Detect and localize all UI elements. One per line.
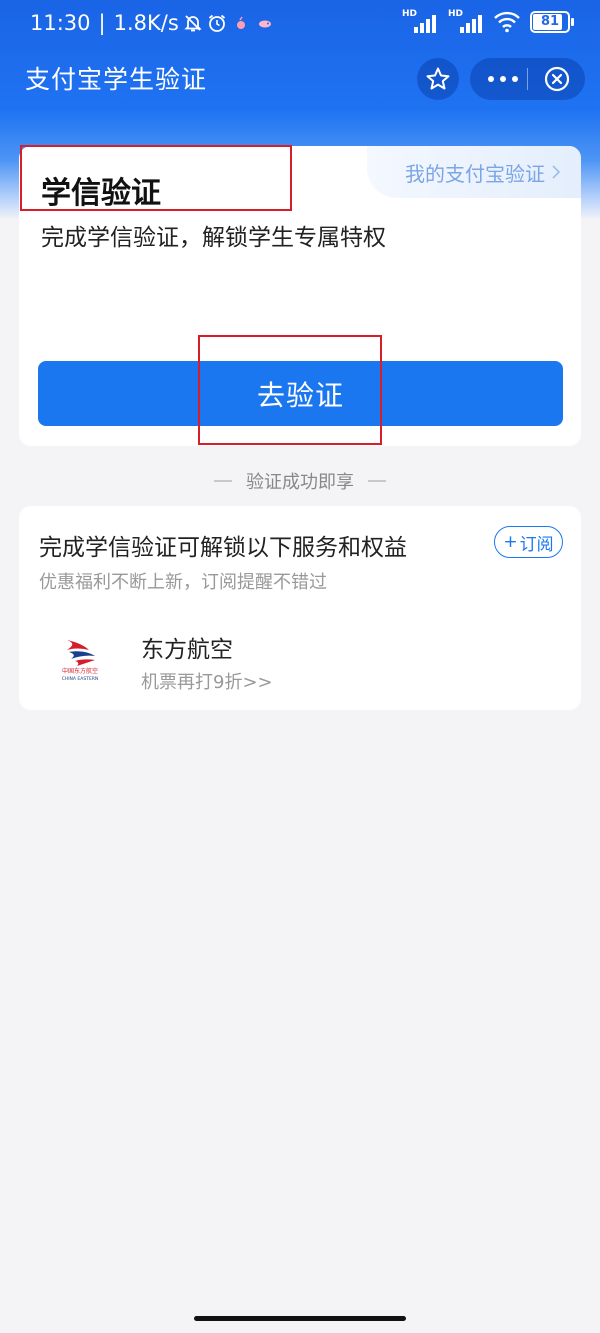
status-right: HD HD 81 bbox=[402, 9, 574, 34]
mute-bell-icon bbox=[183, 13, 203, 33]
logo-text-cn: 中国东方航空 bbox=[62, 667, 98, 675]
pig-notification-icon bbox=[255, 13, 275, 33]
button-highlight-box bbox=[198, 335, 382, 445]
status-net-speed: 1.8K/s bbox=[113, 11, 179, 35]
service-name: 东方航空 bbox=[141, 637, 233, 663]
wifi-icon bbox=[494, 11, 520, 33]
my-verify-link[interactable]: 我的支付宝验证 bbox=[367, 146, 581, 198]
favorite-button[interactable] bbox=[417, 58, 459, 100]
service-description: 机票再打9折>> bbox=[141, 672, 273, 693]
services-subtitle: 优惠福利不断上新，订阅提醒不错过 bbox=[39, 572, 327, 593]
services-card: 完成学信验证可解锁以下服务和权益 优惠福利不断上新，订阅提醒不错过 + 订阅 中… bbox=[19, 506, 581, 710]
subscribe-label: 订阅 bbox=[519, 534, 554, 555]
signal-2-label: HD bbox=[448, 9, 464, 19]
status-time: 11:30 bbox=[30, 11, 91, 35]
more-options-button[interactable] bbox=[488, 76, 518, 82]
more-dot-icon bbox=[512, 76, 518, 82]
services-title: 完成学信验证可解锁以下服务和权益 bbox=[39, 535, 407, 561]
signal-2-icon: HD bbox=[448, 9, 484, 34]
more-dot-icon bbox=[500, 76, 506, 82]
home-indicator[interactable] bbox=[194, 1316, 406, 1321]
signal-1-icon: HD bbox=[402, 9, 438, 34]
signal-1-label: HD bbox=[402, 9, 418, 19]
china-eastern-logo: 中国东方航空 CHINA EASTERN bbox=[51, 626, 109, 686]
plus-icon: + bbox=[503, 532, 518, 552]
my-verify-label: 我的支付宝验证 bbox=[405, 161, 545, 186]
status-separator: | bbox=[98, 11, 106, 35]
subscribe-button[interactable]: + 订阅 bbox=[494, 526, 563, 558]
app-notification-icon bbox=[231, 13, 251, 33]
divider-line-right bbox=[368, 480, 386, 482]
divider-line-left bbox=[214, 480, 232, 482]
card-description: 完成学信验证，解锁学生专属特权 bbox=[41, 225, 386, 251]
close-button[interactable] bbox=[544, 66, 570, 92]
page-title: 支付宝学生验证 bbox=[25, 65, 208, 94]
status-bar: 11:30 | 1.8K/s HD HD 81 bbox=[0, 0, 600, 46]
service-item[interactable]: 中国东方航空 CHINA EASTERN 东方航空 机票再打9折>> bbox=[39, 624, 559, 694]
section-divider: 验证成功即享 bbox=[0, 468, 600, 494]
alarm-clock-icon bbox=[207, 13, 227, 33]
divider-label: 验证成功即享 bbox=[246, 472, 354, 493]
star-icon bbox=[426, 67, 450, 90]
logo-text-en: CHINA EASTERN bbox=[62, 676, 99, 682]
close-icon bbox=[544, 66, 570, 92]
more-dot-icon bbox=[488, 76, 494, 82]
chevron-right-icon bbox=[552, 165, 561, 179]
battery-icon: 81 bbox=[530, 11, 574, 33]
mini-program-capsule bbox=[470, 58, 585, 100]
status-left: 11:30 | 1.8K/s bbox=[30, 11, 275, 35]
title-highlight-box bbox=[20, 145, 292, 211]
capsule-divider bbox=[527, 68, 528, 90]
battery-level: 81 bbox=[540, 14, 560, 29]
